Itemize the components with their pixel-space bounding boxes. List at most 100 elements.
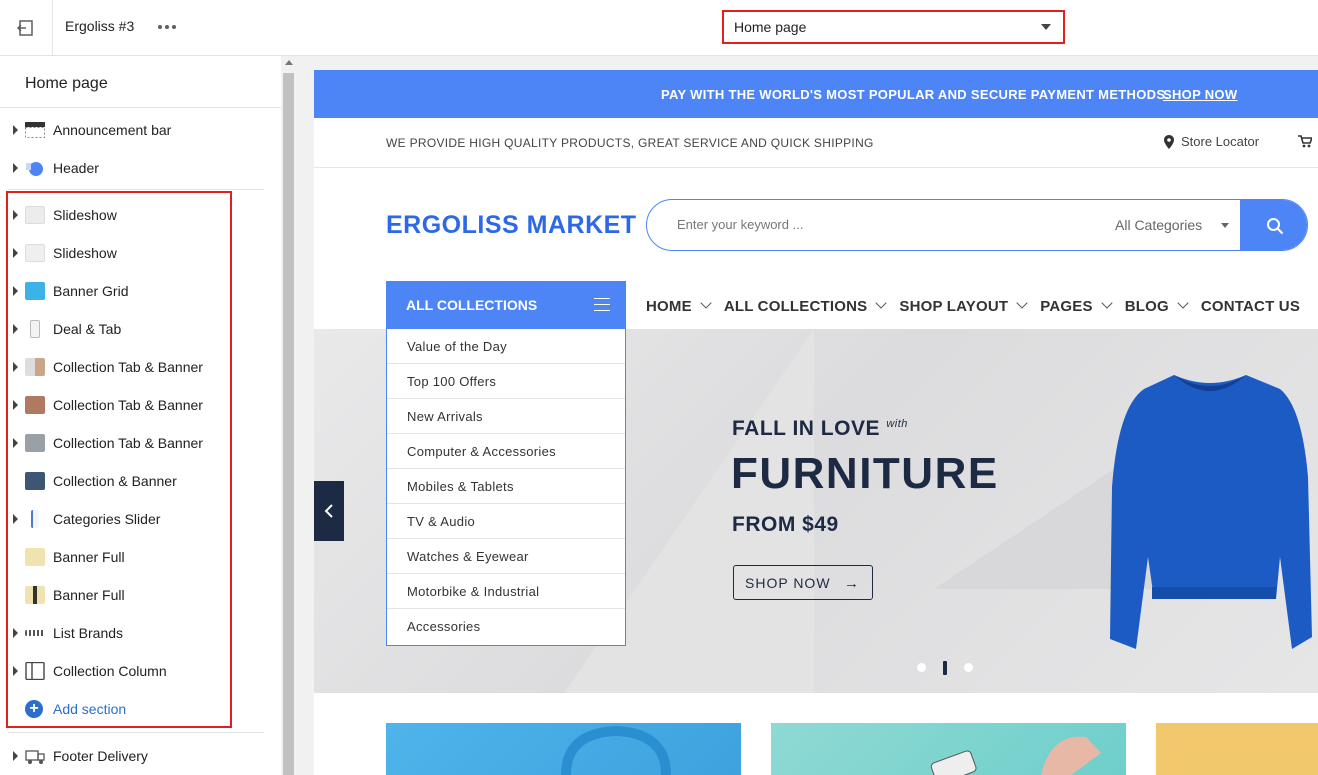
sidebar-item-label: Deal & Tab	[53, 321, 122, 337]
sidebar-item-announcement-bar[interactable]: Announcement bar	[0, 111, 270, 149]
expand-arrow-icon[interactable]	[13, 751, 18, 761]
menu-item[interactable]: New Arrivals	[387, 399, 625, 434]
sidebar-item-collection-tab-banner[interactable]: Collection Tab & Banner	[0, 348, 270, 386]
store-locator-link[interactable]: Store Locator	[1164, 134, 1259, 149]
sidebar-item-label: Collection Tab & Banner	[53, 397, 203, 413]
store-logo[interactable]: ERGOLISS MARKET	[386, 211, 637, 240]
sidebar-item-categories-slider[interactable]: Categories Slider	[0, 500, 270, 538]
expand-arrow-icon[interactable]	[13, 666, 18, 676]
expand-arrow-icon[interactable]	[13, 248, 18, 258]
sidebar-item-collection-column[interactable]: Collection Column	[0, 652, 270, 690]
expand-arrow-icon[interactable]	[13, 163, 18, 173]
sidebar-scrollbar-thumb[interactable]	[283, 73, 294, 775]
plus-circle-icon: +	[25, 700, 43, 718]
expand-arrow-icon[interactable]	[13, 210, 18, 220]
menu-item[interactable]: Accessories	[387, 609, 625, 644]
expand-arrow-icon[interactable]	[13, 628, 18, 638]
sidebar-item-deal-tab[interactable]: Deal & Tab	[0, 310, 270, 348]
list-brands-thumb	[25, 630, 45, 636]
promo-banner[interactable]	[1156, 723, 1318, 775]
menu-item[interactable]: Watches & Eyewear	[387, 539, 625, 574]
more-actions-button[interactable]	[156, 17, 178, 37]
collections-menu: Value of the Day Top 100 Offers New Arri…	[386, 329, 626, 646]
phone-hand-image	[930, 736, 1101, 775]
nav-label: PAGES	[1040, 297, 1093, 315]
nav-item-blog[interactable]: BLOG	[1125, 297, 1189, 315]
search-bar: Enter your keyword ... All Categories	[646, 199, 1308, 251]
cart-icon[interactable]	[1298, 135, 1312, 148]
announcement-bar: PAY WITH THE WORLD'S MOST POPULAR AND SE…	[314, 70, 1318, 118]
sidebar-item-banner-grid[interactable]: Banner Grid	[0, 272, 270, 310]
all-collections-label: ALL COLLECTIONS	[406, 297, 538, 313]
promo-banner[interactable]	[386, 723, 741, 775]
hero-headline: FURNITURE	[731, 449, 999, 498]
storefront-preview: PAY WITH THE WORLD'S MOST POPULAR AND SE…	[314, 70, 1318, 775]
nav-label: HOME	[646, 297, 692, 315]
sidebar-item-label: Banner Grid	[53, 283, 129, 299]
sidebar-item-label: Collection Tab & Banner	[53, 359, 203, 375]
expand-arrow-icon[interactable]	[13, 514, 18, 524]
sidebar-item-footer-delivery[interactable]: Footer Delivery	[0, 737, 270, 775]
all-collections-toggle[interactable]: ALL COLLECTIONS	[386, 281, 626, 329]
slide-prev-button[interactable]	[314, 481, 344, 541]
banner-grid-thumb	[25, 282, 45, 300]
slide-dot-active[interactable]	[943, 661, 947, 675]
chevron-left-icon	[324, 504, 333, 518]
expand-arrow-icon[interactable]	[13, 362, 18, 372]
divider	[8, 732, 264, 733]
sidebar-item-slideshow[interactable]: Slideshow	[0, 234, 270, 272]
categories-slider-thumb	[31, 510, 39, 528]
menu-item[interactable]: Mobiles & Tablets	[387, 469, 625, 504]
menu-item[interactable]: Computer & Accessories	[387, 434, 625, 469]
sidebar-item-header[interactable]: Header	[0, 149, 270, 187]
slide-dot[interactable]	[964, 663, 973, 672]
menu-item[interactable]: Motorbike & Industrial	[387, 574, 625, 609]
nav-item-all-collections[interactable]: ALL COLLECTIONS	[724, 297, 888, 315]
sidebar-item-collection-banner[interactable]: Collection & Banner	[0, 462, 270, 500]
hero-eyebrow-text: FALL IN LOVE	[732, 417, 880, 440]
nav-item-home[interactable]: HOME	[646, 297, 712, 315]
add-section-button[interactable]: + Add section	[25, 699, 126, 719]
category-select[interactable]: All Categories	[1115, 217, 1202, 233]
store-locator-label: Store Locator	[1181, 134, 1260, 149]
sidebar-item-list-brands[interactable]: List Brands	[0, 614, 270, 652]
arrow-right-icon: →	[844, 575, 860, 592]
slide-dot[interactable]	[917, 663, 926, 672]
banner-full-thumb	[25, 548, 45, 566]
collection-tab-banner-thumb	[25, 358, 45, 376]
sidebar-item-banner-full[interactable]: Banner Full	[0, 538, 270, 576]
sidebar-item-banner-full[interactable]: Banner Full	[0, 576, 270, 614]
promo-banner[interactable]	[771, 723, 1126, 775]
scroll-up-arrow-icon[interactable]	[285, 60, 293, 65]
hero-eyebrow-small: with	[886, 418, 908, 430]
sidebar-item-collection-tab-banner[interactable]: Collection Tab & Banner	[0, 424, 270, 462]
menu-item[interactable]: TV & Audio	[387, 504, 625, 539]
expand-arrow-icon[interactable]	[13, 400, 18, 410]
collection-column-icon	[25, 662, 45, 680]
search-input[interactable]: Enter your keyword ...	[677, 217, 803, 232]
menu-item[interactable]: Value of the Day	[387, 329, 625, 364]
hero-cta-label: SHOP NOW	[745, 574, 831, 591]
menu-item[interactable]: Top 100 Offers	[387, 364, 625, 399]
nav-item-shop-layout[interactable]: SHOP LAYOUT	[899, 297, 1028, 315]
expand-arrow-icon[interactable]	[13, 324, 18, 334]
hero-shop-now-button[interactable]: SHOP NOW →	[733, 565, 873, 600]
search-button[interactable]	[1240, 200, 1307, 250]
slideshow-thumb	[25, 244, 45, 262]
nav-item-contact-us[interactable]: CONTACT US	[1201, 298, 1300, 315]
expand-arrow-icon[interactable]	[13, 286, 18, 296]
sidebar-item-label: Collection & Banner	[53, 473, 177, 489]
add-section-label: Add section	[53, 701, 127, 717]
sidebar-item-collection-tab-banner[interactable]: Collection Tab & Banner	[0, 386, 270, 424]
sidebar-item-slideshow[interactable]: Slideshow	[0, 196, 270, 234]
page-selector[interactable]: Home page	[722, 10, 1065, 44]
nav-item-pages[interactable]: PAGES	[1040, 297, 1113, 315]
announcement-shop-now-link[interactable]: SHOP NOW	[1163, 87, 1237, 102]
top-info-strip: WE PROVIDE HIGH QUALITY PRODUCTS, GREAT …	[314, 118, 1318, 168]
expand-arrow-icon[interactable]	[13, 438, 18, 448]
header-thumb	[26, 162, 43, 176]
sections-sidebar: Home page Announcement bar Header Slides…	[0, 56, 281, 775]
expand-arrow-icon[interactable]	[13, 125, 18, 135]
theme-name: Ergoliss #3	[65, 18, 135, 34]
exit-button[interactable]	[0, 0, 53, 55]
